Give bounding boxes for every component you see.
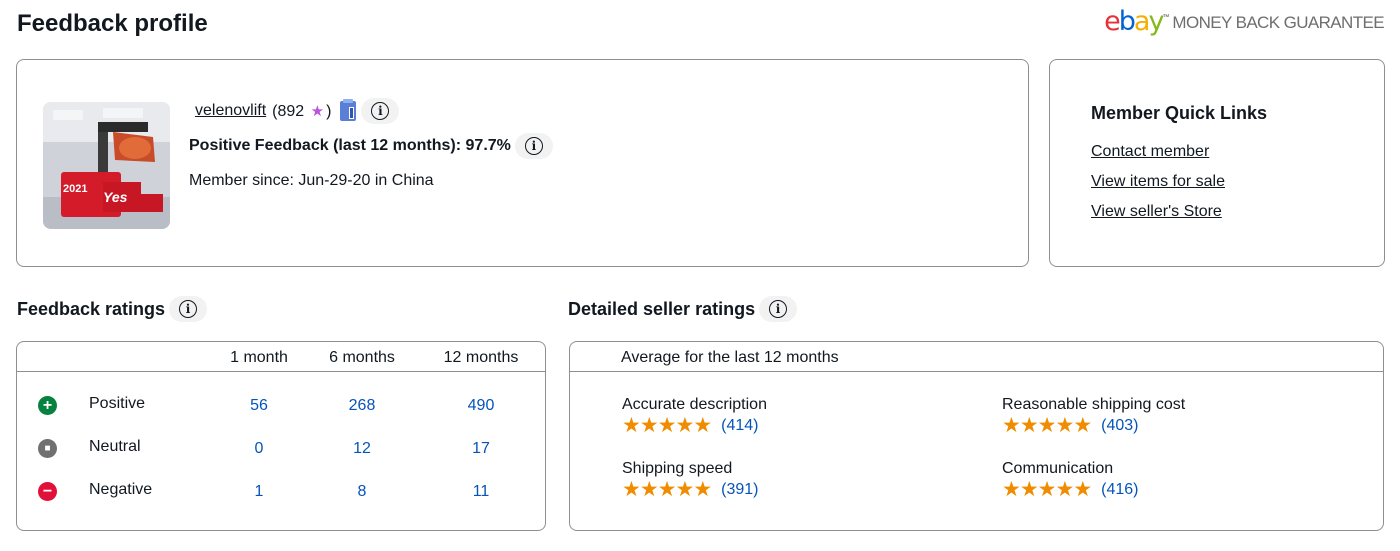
row-label: Negative	[89, 481, 153, 498]
table-row-negative: − Negative 1 8 11	[17, 477, 545, 507]
star-icon: ★	[1073, 478, 1093, 501]
star-rating: ★ ★ ★ ★ ★ (391)	[622, 479, 759, 500]
feedback-ratings-title-text: Feedback ratings	[17, 298, 166, 319]
star-icon: ★	[1002, 414, 1021, 437]
positive-1-month-value[interactable]: 56	[250, 397, 268, 415]
star-icon: ★	[1037, 414, 1057, 437]
info-icon: i	[371, 102, 390, 120]
detailed-seller-ratings-title: Detailed seller ratings i	[568, 296, 798, 322]
info-icon: i	[179, 300, 198, 318]
column-header-1-month: 1 month	[230, 349, 288, 366]
table-row-neutral: ■ Neutral 0 12 17	[17, 434, 545, 464]
negative-6-months-value[interactable]: 8	[358, 483, 367, 501]
money-back-guarantee-text: MONEY BACK GUARANTEE	[1172, 12, 1384, 32]
neutral-square-icon: ■	[38, 439, 57, 458]
detailed-ratings-title-text: Detailed seller ratings	[568, 298, 756, 319]
store-badge-icon[interactable]	[339, 99, 357, 123]
star-icon: ★	[675, 414, 695, 437]
positive-plus-icon: +	[38, 396, 57, 415]
positive-feedback-text: Positive Feedback (last 12 months): 97.7…	[189, 137, 511, 154]
column-header-6-months: 6 months	[329, 349, 395, 366]
star-icon: ★	[1073, 414, 1093, 437]
star-icon: ★	[1002, 478, 1021, 501]
ratings-table-header: 1 month 6 months 12 months	[17, 342, 545, 372]
negative-minus-icon: −	[38, 482, 57, 501]
dsr-label: Communication	[1002, 460, 1114, 477]
row-label: Positive	[89, 395, 146, 412]
positive-6-months-value[interactable]: 268	[349, 397, 376, 415]
feedback-score-close: )	[326, 102, 332, 120]
rating-count: (416)	[1101, 480, 1139, 498]
feedback-ratings-title: Feedback ratings i	[17, 296, 208, 322]
member-since: Member since: Jun-29-20 in China	[189, 172, 434, 189]
negative-1-month-value[interactable]: 1	[255, 483, 264, 501]
star-icon: ★	[622, 414, 641, 437]
positive-12-months-value[interactable]: 490	[468, 397, 495, 415]
detailed-seller-ratings-card: Average for the last 12 months Accurate …	[569, 341, 1384, 531]
seller-info-button[interactable]: i	[361, 98, 400, 124]
star-icon: ★	[639, 478, 659, 501]
contact-member-link[interactable]: Contact member	[1091, 143, 1209, 161]
star-icon: ★	[693, 414, 713, 437]
row-label: Neutral	[89, 438, 141, 455]
ebay-logo: ebay	[1104, 6, 1164, 37]
star-rating: ★ ★ ★ ★ ★ (416)	[1002, 479, 1139, 500]
quick-links-title: Member Quick Links	[1091, 103, 1268, 123]
star-icon: ★	[657, 414, 677, 437]
positive-feedback-info-button[interactable]: i	[514, 133, 553, 159]
star-rating: ★ ★ ★ ★ ★ (414)	[622, 415, 767, 436]
trademark-mark: ™	[1162, 14, 1170, 21]
dsr-label: Accurate description	[622, 396, 767, 413]
dsr-label: Reasonable shipping cost	[1002, 396, 1186, 413]
purple-star-icon: ★	[310, 102, 325, 120]
dsr-shipping-speed: Shipping speed ★ ★ ★ ★ ★ (391)	[622, 460, 759, 500]
rating-count: (414)	[721, 416, 759, 434]
feedback-ratings-table: 1 month 6 months 12 months + Positive 56…	[16, 341, 546, 531]
star-icon: ★	[639, 414, 659, 437]
negative-12-months-value[interactable]: 11	[473, 483, 490, 501]
rating-count: (391)	[721, 480, 759, 498]
seller-username-link[interactable]: velenovlift	[195, 102, 266, 120]
avatar-text-yes: Yes	[103, 189, 128, 205]
neutral-6-months-value[interactable]: 12	[353, 440, 371, 458]
seller-identity: velenovlift (892 ★) i	[195, 98, 400, 124]
column-header-12-months: 12 months	[443, 349, 519, 366]
info-icon: i	[524, 137, 543, 155]
star-icon: ★	[675, 478, 695, 501]
dsr-communication: Communication ★ ★ ★ ★ ★ (416)	[1002, 460, 1139, 500]
star-icon: ★	[1055, 478, 1075, 501]
detailed-ratings-header: Average for the last 12 months	[570, 342, 1383, 372]
dsr-accurate-description: Accurate description ★ ★ ★ ★ ★ (414)	[622, 396, 767, 436]
star-icon: ★	[1019, 414, 1039, 437]
positive-feedback-percent: Positive Feedback (last 12 months): 97.7…	[189, 133, 553, 159]
view-sellers-store-link[interactable]: View seller's Store	[1091, 203, 1222, 221]
profile-card: 2021 Yes velenovlift (892 ★) i Positive …	[16, 59, 1029, 267]
neutral-1-month-value[interactable]: 0	[255, 440, 264, 458]
star-rating: ★ ★ ★ ★ ★ (403)	[1002, 415, 1185, 436]
star-icon: ★	[1019, 478, 1039, 501]
seller-avatar[interactable]: 2021 Yes	[43, 102, 170, 229]
dsr-reasonable-shipping-cost: Reasonable shipping cost ★ ★ ★ ★ ★ (403)	[1002, 396, 1185, 436]
feedback-ratings-info-button[interactable]: i	[169, 296, 208, 322]
member-quick-links-card: Member Quick Links Contact member View i…	[1049, 59, 1385, 267]
star-icon: ★	[693, 478, 713, 501]
star-icon: ★	[657, 478, 677, 501]
avatar-text-year: 2021	[63, 183, 87, 195]
page-title: Feedback profile	[17, 10, 208, 37]
rating-count: (403)	[1101, 416, 1139, 434]
dsr-label: Shipping speed	[622, 460, 733, 477]
avatar-image: 2021 Yes	[43, 102, 170, 229]
star-icon: ★	[622, 478, 641, 501]
table-row-positive: + Positive 56 268 490	[17, 391, 545, 421]
average-period-label: Average for the last 12 months	[621, 349, 839, 366]
feedback-score[interactable]: (892 ★)	[272, 102, 331, 121]
star-icon: ★	[1037, 478, 1057, 501]
view-items-for-sale-link[interactable]: View items for sale	[1091, 173, 1225, 191]
info-icon: i	[769, 300, 788, 318]
money-back-guarantee-badge[interactable]: ebay ™ MONEY BACK GUARANTEE	[1104, 8, 1384, 35]
detailed-ratings-info-button[interactable]: i	[759, 296, 798, 322]
neutral-12-months-value[interactable]: 17	[472, 440, 490, 458]
star-icon: ★	[1055, 414, 1075, 437]
feedback-score-value: (892	[272, 102, 305, 120]
